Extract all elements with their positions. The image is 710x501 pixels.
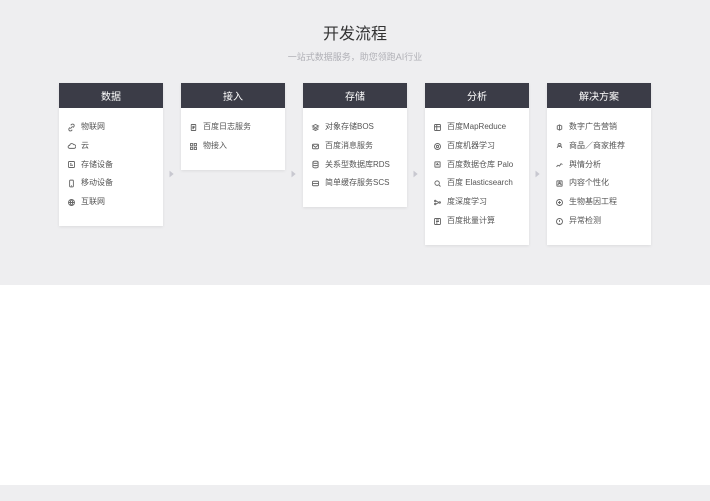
globe-icon — [67, 198, 76, 207]
flow-card: 分析百度MapReduce 百度机器学习百度数据仓库 Palo 百度 Elastic… — [425, 83, 529, 245]
grid-icon — [189, 142, 198, 151]
msg-icon — [311, 142, 320, 151]
list-item[interactable]: 商品／商家推荐 — [555, 137, 643, 156]
dw-icon — [433, 160, 442, 169]
list-item-label: 商品／商家推荐 — [569, 140, 625, 153]
page-subtitle: 一站式数据服务，助您领跑AI行业 — [0, 50, 710, 63]
list-item[interactable]: 百度日志服务 — [189, 118, 277, 137]
list-item-label: 物接入 — [203, 140, 227, 153]
storage-icon — [67, 160, 76, 169]
list-item-label: 对象存储BOS — [325, 121, 374, 134]
list-item[interactable]: 存储设备 — [67, 156, 155, 175]
list-item[interactable]: 百度 Elasticsearch — [433, 174, 521, 193]
map-icon — [433, 123, 442, 132]
ad-icon — [555, 123, 564, 132]
card-body: 数字广告营销商品／商家推荐舆情分析内容个性化生物基因工程异常检测 — [547, 108, 651, 245]
list-item-label: 异常检测 — [569, 215, 601, 228]
card-body: 物联网云存储设备移动设备互联网 — [59, 108, 163, 226]
list-item-label: 百度日志服务 — [203, 121, 251, 134]
bottom-section — [0, 285, 710, 485]
flow-arrow-icon — [163, 169, 181, 179]
mobile-icon — [67, 179, 76, 188]
list-item-label: 内容个性化 — [569, 177, 609, 190]
card-header: 解决方案 — [547, 83, 651, 108]
list-item[interactable]: 内容个性化 — [555, 174, 643, 193]
list-item-label: 移动设备 — [81, 177, 113, 190]
flow-arrow-icon — [529, 169, 547, 179]
list-item[interactable]: 互联网 — [67, 193, 155, 212]
sent-icon — [555, 160, 564, 169]
flow-card: 接入百度日志服务物接入 — [181, 83, 285, 170]
card-body: 百度日志服务物接入 — [181, 108, 285, 170]
list-item[interactable]: 异常检测 — [555, 212, 643, 231]
list-item-label: 舆情分析 — [569, 159, 601, 172]
flow-card: 存储对象存储BOS 百度消息服务关系型数据库RDS 简单缓存服务SCS — [303, 83, 407, 207]
card-body: 对象存储BOS 百度消息服务关系型数据库RDS 简单缓存服务SCS — [303, 108, 407, 207]
list-item[interactable]: 云 — [67, 137, 155, 156]
bio-icon — [555, 198, 564, 207]
card-header: 分析 — [425, 83, 529, 108]
list-item[interactable]: 百度批量计算 — [433, 212, 521, 231]
list-item-label: 百度MapReduce — [447, 121, 506, 134]
list-item[interactable]: 生物基因工程 — [555, 193, 643, 212]
list-item-label: 关系型数据库RDS — [325, 159, 390, 172]
cache-icon — [311, 179, 320, 188]
list-item-label: 生物基因工程 — [569, 196, 617, 209]
flow-arrow-icon — [285, 169, 303, 179]
list-item-label: 云 — [81, 140, 89, 153]
ml-icon — [433, 142, 442, 151]
flow-arrow-icon — [407, 169, 425, 179]
list-item-label: 百度 Elasticsearch — [447, 177, 513, 190]
list-item-label: 存储设备 — [81, 159, 113, 172]
list-item[interactable]: 百度消息服务 — [311, 137, 399, 156]
card-header: 存储 — [303, 83, 407, 108]
list-item[interactable]: 数字广告营销 — [555, 118, 643, 137]
dl-icon — [433, 198, 442, 207]
list-item[interactable]: 度深度学习 — [433, 193, 521, 212]
list-item-label: 简单缓存服务SCS — [325, 177, 389, 190]
list-item[interactable]: 对象存储BOS — [311, 118, 399, 137]
batch-icon — [433, 217, 442, 226]
pers-icon — [555, 179, 564, 188]
list-item-label: 百度消息服务 — [325, 140, 373, 153]
list-item[interactable]: 关系型数据库RDS — [311, 156, 399, 175]
list-item-label: 百度机器学习 — [447, 140, 495, 153]
page-title: 开发流程 — [0, 20, 710, 44]
db-icon — [311, 160, 320, 169]
list-item-label: 物联网 — [81, 121, 105, 134]
list-item-label: 数字广告营销 — [569, 121, 617, 134]
flow-card: 数据物联网云存储设备移动设备互联网 — [59, 83, 163, 226]
list-item[interactable]: 移动设备 — [67, 174, 155, 193]
flow-container: 数据物联网云存储设备移动设备互联网接入百度日志服务物接入存储对象存储BOS百度消… — [0, 83, 710, 245]
list-item-label: 度深度学习 — [447, 196, 487, 209]
flow-card: 解决方案数字广告营销商品／商家推荐舆情分析内容个性化生物基因工程异常检测 — [547, 83, 651, 245]
doc-icon — [189, 123, 198, 132]
list-item[interactable]: 舆情分析 — [555, 156, 643, 175]
list-item[interactable]: 百度数据仓库 Palo — [433, 156, 521, 175]
main-section: 开发流程 一站式数据服务，助您领跑AI行业 数据物联网云存储设备移动设备互联网接… — [0, 0, 710, 285]
list-item[interactable]: 百度机器学习 — [433, 137, 521, 156]
anom-icon — [555, 217, 564, 226]
card-body: 百度MapReduce 百度机器学习百度数据仓库 Palo 百度 Elasticse… — [425, 108, 529, 245]
list-item[interactable]: 物联网 — [67, 118, 155, 137]
list-item-label: 百度数据仓库 Palo — [447, 159, 513, 172]
list-item[interactable]: 百度MapReduce — [433, 118, 521, 137]
card-header: 数据 — [59, 83, 163, 108]
es-icon — [433, 179, 442, 188]
stack-icon — [311, 123, 320, 132]
cloud-icon — [67, 142, 76, 151]
list-item-label: 百度批量计算 — [447, 215, 495, 228]
link-icon — [67, 123, 76, 132]
list-item[interactable]: 物接入 — [189, 137, 277, 156]
list-item-label: 互联网 — [81, 196, 105, 209]
list-item[interactable]: 简单缓存服务SCS — [311, 174, 399, 193]
card-header: 接入 — [181, 83, 285, 108]
rec-icon — [555, 142, 564, 151]
